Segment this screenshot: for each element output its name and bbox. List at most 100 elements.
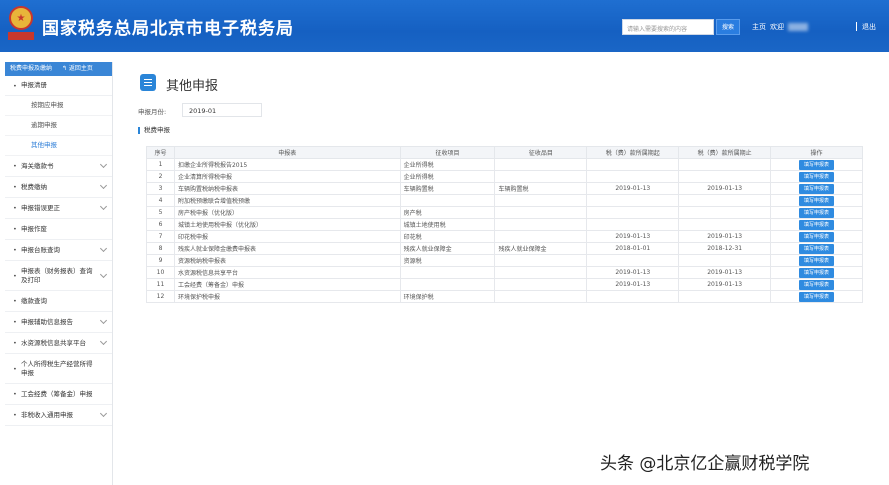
table-row: 11 工会经费（筹备金）申报 2019-01-13 2019-01-13 填写申报表	[146, 278, 863, 291]
sidebar-subitem[interactable]: 其他申报	[5, 136, 112, 156]
table-cell: 车辆购置税纳税申报表	[173, 182, 401, 195]
table-row: 2 企业清算所得税申报 企业所得税 填写申报表	[146, 170, 863, 183]
table-cell	[678, 194, 772, 207]
sidebar-item[interactable]: 个人所得税生产经营所得申报	[5, 354, 112, 384]
table-cell: 房产税申报（优化版）	[173, 206, 401, 219]
action-cell: 填写申报表	[770, 218, 863, 231]
table-cell: 2019-01-13	[678, 182, 772, 195]
sidebar-item-label: 申报辅助信息报告	[21, 317, 73, 326]
table-cell	[586, 218, 680, 231]
action-cell: 填写申报表	[770, 278, 863, 291]
sidebar-item[interactable]: 申报台账查询	[5, 240, 112, 261]
table-cell: 残疾人就业保障金	[399, 242, 496, 255]
table-row: 1 扣缴企业所得税报告2015 企业所得税 填写申报表	[146, 158, 863, 171]
fill-declaration-button[interactable]: 填写申报表	[799, 279, 835, 290]
sidebar-item[interactable]: 申报清册	[5, 76, 112, 96]
back-home-button[interactable]: ↰ 返回主页	[62, 65, 93, 72]
table-cell: 环境保护税	[399, 290, 496, 303]
chevron-down-icon	[99, 409, 108, 418]
home-link[interactable]: 主页	[752, 23, 766, 31]
main-content: 其他申报 申报月份: 2019-01 税费申报 序号 申报表 征收项目 征收品目 税（费…	[124, 62, 886, 485]
table-cell	[494, 290, 588, 303]
sidebar-subitem[interactable]: 按期应申报	[5, 96, 112, 116]
table-cell: 2019-01-13	[586, 182, 680, 195]
table-row: 4 附加税预缴联合增值税预缴 填写申报表	[146, 194, 863, 207]
fill-declaration-button[interactable]: 填写申报表	[799, 171, 835, 182]
table-cell: 2	[146, 170, 175, 183]
sidebar-item[interactable]: 海关缴款书	[5, 156, 112, 177]
sidebar-item[interactable]: 非税收入通用申报	[5, 405, 112, 426]
fill-declaration-button[interactable]: 填写申报表	[799, 183, 835, 194]
fill-declaration-button[interactable]: 填写申报表	[799, 267, 835, 278]
table-row: 10 水资源税信息共享平台 2019-01-13 2019-01-13 填写申报表	[146, 266, 863, 279]
chevron-down-icon	[99, 316, 108, 325]
table-cell: 印花税	[399, 230, 496, 243]
table-cell: 水资源税信息共享平台	[173, 266, 401, 279]
table-cell: 房产税	[399, 206, 496, 219]
table-cell: 2019-01-13	[678, 230, 772, 243]
table-cell: 10	[146, 266, 175, 279]
sidebar-item[interactable]: 缴款查询	[5, 291, 112, 312]
action-cell: 填写申报表	[770, 290, 863, 303]
fill-declaration-button[interactable]: 填写申报表	[799, 255, 835, 266]
sidebar-item[interactable]: 申报辅助信息报告	[5, 312, 112, 333]
table-cell	[678, 206, 772, 219]
table-cell: 4	[146, 194, 175, 207]
table-cell	[399, 266, 496, 279]
fill-declaration-button[interactable]: 填写申报表	[799, 159, 835, 170]
search-input[interactable]: 请输入需要搜索的内容	[622, 19, 714, 35]
fill-declaration-button[interactable]: 填写申报表	[799, 291, 835, 302]
table-row: 6 城镇土地使用税申报（优化版） 城镇土地使用税 填写申报表	[146, 218, 863, 231]
period-label: 申报月份:	[138, 108, 167, 116]
table-cell: 残疾人就业保障金缴费申报表	[173, 242, 401, 255]
table-cell: 工会经费（筹备金）申报	[173, 278, 401, 291]
fill-declaration-button[interactable]: 填写申报表	[799, 207, 835, 218]
table-row: 7 印花税申报 印花税 2019-01-13 2019-01-13 填写申报表	[146, 230, 863, 243]
search-button[interactable]: 搜索	[716, 19, 740, 35]
sidebar-item-label: 其他申报	[31, 141, 57, 149]
top-header: ★ 国家税务总局北京市电子税务局 请输入需要搜索的内容 搜索 主页 欢迎 退出	[0, 0, 889, 52]
chevron-down-icon	[99, 244, 108, 253]
table-cell: 2019-01-13	[678, 266, 772, 279]
action-cell: 填写申报表	[770, 254, 863, 267]
sidebar-subitem[interactable]: 逾期申报	[5, 116, 112, 136]
sidebar-item-label: 税费缴纳	[21, 182, 47, 191]
sidebar-item-label: 逾期申报	[31, 121, 57, 129]
table-cell	[494, 170, 588, 183]
chevron-down-icon	[99, 181, 108, 190]
column-header: 序号	[146, 146, 175, 159]
fill-declaration-button[interactable]: 填写申报表	[799, 219, 835, 230]
table-cell	[494, 230, 588, 243]
sidebar-item[interactable]: 申报作废	[5, 219, 112, 240]
fill-declaration-button[interactable]: 填写申报表	[799, 231, 835, 242]
table-cell	[586, 206, 680, 219]
column-header: 税（费）款所属期起	[586, 146, 680, 159]
table-cell: 8	[146, 242, 175, 255]
table-cell: 2018-12-31	[678, 242, 772, 255]
fill-declaration-button[interactable]: 填写申报表	[799, 243, 835, 254]
table-cell: 城镇土地使用税	[399, 218, 496, 231]
period-input[interactable]: 2019-01	[182, 103, 262, 117]
sidebar-item[interactable]: 水资源税信息共享平台	[5, 333, 112, 354]
table-cell: 3	[146, 182, 175, 195]
sidebar-item[interactable]: 申报错误更正	[5, 198, 112, 219]
table-row: 3 车辆购置税纳税申报表 车辆购置税 车辆购置税 2019-01-13 2019-01-1…	[146, 182, 863, 195]
table-cell: 车辆购置税	[399, 182, 496, 195]
section-title: 税费申报	[138, 127, 170, 134]
sidebar-item[interactable]: 税费缴纳	[5, 177, 112, 198]
action-cell: 填写申报表	[770, 194, 863, 207]
table-cell: 印花税申报	[173, 230, 401, 243]
table-cell: 2019-01-13	[586, 266, 680, 279]
sidebar-item[interactable]: 申报表（财务报表）查询及打印	[5, 261, 112, 291]
sidebar-item-label: 按期应申报	[31, 101, 64, 109]
exit-link[interactable]: 退出	[862, 22, 876, 32]
action-cell: 填写申报表	[770, 206, 863, 219]
sidebar-item-label: 个人所得税生产经营所得申报	[21, 359, 93, 377]
sidebar-item[interactable]: 工会经费（筹备金）申报	[5, 384, 112, 405]
sidebar-item-label: 申报表（财务报表）查询及打印	[21, 266, 93, 284]
fill-declaration-button[interactable]: 填写申报表	[799, 195, 835, 206]
sidebar-item-label: 申报清册	[21, 81, 47, 89]
table-cell	[494, 158, 588, 171]
sidebar: 税费申报及缴纳 ↰ 返回主页 申报清册按期应申报逾期申报其他申报海关缴款书税费缴…	[5, 62, 113, 485]
table-cell: 2018-01-01	[586, 242, 680, 255]
